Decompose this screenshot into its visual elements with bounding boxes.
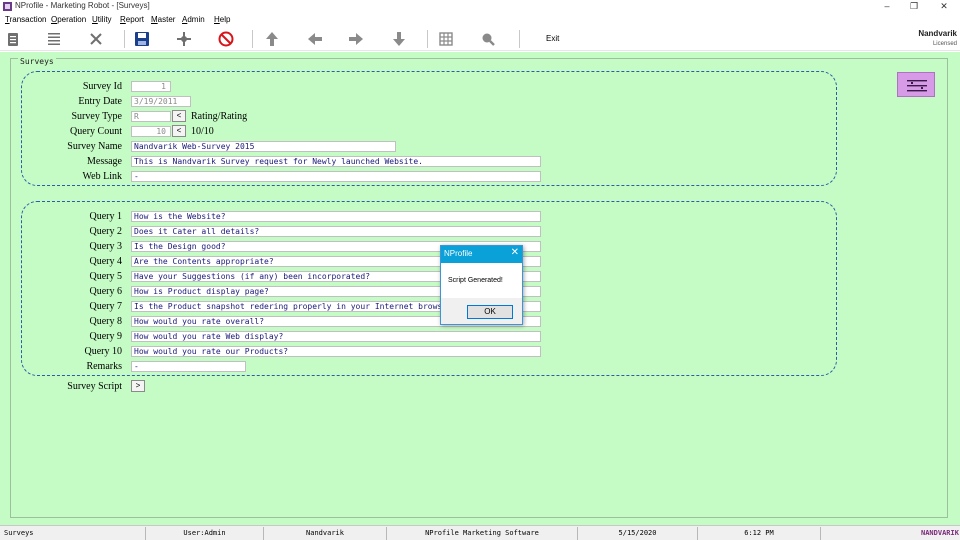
dialog-close-button[interactable]: ✕ — [511, 247, 519, 258]
survey-id-label: Survey Id — [82, 81, 122, 92]
entry-date-field[interactable]: 3/19/2011 — [131, 96, 191, 107]
survey-type-lookup-button[interactable]: < — [172, 110, 186, 122]
window-title: NProfile - Marketing Robot - [Surveys] — [15, 1, 150, 10]
search-icon[interactable] — [479, 30, 497, 48]
dialog-message: Script Generated! — [448, 277, 503, 284]
menu-master[interactable]: Master — [151, 15, 175, 24]
dialog-title: NProfile — [444, 249, 473, 258]
status-time: 6:12 PM — [698, 527, 821, 540]
status-logo: NANDVARIK — [921, 529, 959, 537]
app-icon — [3, 2, 12, 11]
panel-title: Surveys — [18, 57, 56, 66]
toolbar-divider — [519, 30, 520, 48]
minimize-button[interactable]: – — [880, 1, 894, 13]
entry-date-label: Entry Date — [78, 96, 122, 107]
query-label: Query 4 — [89, 256, 123, 267]
toolbar-divider — [124, 30, 125, 48]
close-window-button[interactable]: ✕ — [937, 1, 951, 13]
query-count-description: 10/10 — [191, 126, 214, 137]
status-user: User:Admin — [146, 527, 264, 540]
query-field[interactable]: How would you rate Web display? — [131, 331, 541, 342]
delete-icon[interactable] — [87, 30, 105, 48]
survey-type-field[interactable]: R — [131, 111, 171, 122]
license-text: Licensed — [932, 41, 957, 47]
company-name: Nandvarik — [918, 29, 957, 38]
query-label: Query 6 — [89, 286, 123, 297]
query-field[interactable]: How would you rate our Products? — [131, 346, 541, 357]
dialog-footer: OK — [441, 298, 522, 324]
left-arrow-icon[interactable] — [306, 30, 324, 48]
survey-name-field[interactable]: Nandvarik Web-Survey 2015 — [131, 141, 396, 152]
status-date: 5/15/2020 — [578, 527, 698, 540]
web-link-field[interactable]: - — [131, 171, 541, 182]
maximize-button[interactable]: ❐ — [907, 1, 921, 13]
remarks-label: Remarks — [86, 361, 122, 372]
toolbar-divider — [427, 30, 428, 48]
survey-type-description: Rating/Rating — [191, 111, 248, 122]
survey-script-button[interactable]: > — [131, 380, 145, 392]
query-label: Query 3 — [89, 241, 123, 252]
query-label: Query 10 — [84, 346, 123, 357]
menu-bar: Transaction Operation Utility Report Mas… — [0, 14, 960, 27]
move-icon[interactable] — [175, 30, 193, 48]
query-field[interactable]: Does it Cater all details? — [131, 226, 541, 237]
right-arrow-icon[interactable] — [347, 30, 365, 48]
menu-lines-icon — [907, 80, 927, 92]
remarks-field[interactable]: - — [131, 361, 246, 372]
exit-button[interactable]: Exit — [546, 34, 559, 43]
query-label: Query 5 — [89, 271, 123, 282]
ok-button[interactable]: OK — [467, 305, 513, 319]
query-count-field[interactable]: 10 — [131, 126, 171, 137]
query-label: Query 1 — [89, 211, 123, 222]
query-label: Query 7 — [89, 301, 123, 312]
message-dialog: NProfile ✕ Script Generated! OK — [440, 245, 523, 325]
survey-name-label: Survey Name — [67, 141, 122, 152]
dialog-title-bar: NProfile ✕ — [441, 246, 522, 263]
toolbar: Exit Nandvarik Licensed — [0, 27, 960, 51]
side-menu-button[interactable] — [897, 72, 935, 97]
status-bar: Surveys User:Admin Nandvarik NProfile Ma… — [0, 525, 960, 540]
up-arrow-icon[interactable] — [263, 30, 281, 48]
survey-script-label: Survey Script — [67, 381, 122, 392]
notepad-icon[interactable] — [4, 30, 22, 48]
save-icon[interactable] — [133, 30, 151, 48]
status-form: Surveys — [4, 527, 146, 540]
menu-operation[interactable]: Operation — [51, 15, 86, 24]
grid-icon[interactable] — [437, 30, 455, 48]
title-bar: NProfile - Marketing Robot - [Surveys] –… — [0, 0, 960, 14]
menu-report[interactable]: Report — [120, 15, 144, 24]
status-company: Nandvarik — [264, 527, 387, 540]
message-label: Message — [87, 156, 122, 167]
survey-id-field[interactable]: 1 — [131, 81, 171, 92]
menu-help[interactable]: Help — [214, 15, 230, 24]
query-label: Query 2 — [89, 226, 123, 237]
query-count-label: Query Count — [70, 126, 122, 137]
query-label: Query 9 — [89, 331, 123, 342]
web-link-label: Web Link — [82, 171, 122, 182]
cancel-icon[interactable] — [217, 30, 235, 48]
list-icon[interactable] — [45, 30, 63, 48]
message-field[interactable]: This is Nandvarik Survey request for New… — [131, 156, 541, 167]
query-label: Query 8 — [89, 316, 123, 327]
toolbar-divider — [252, 30, 253, 48]
down-arrow-icon[interactable] — [390, 30, 408, 48]
menu-admin[interactable]: Admin — [182, 15, 205, 24]
status-product: NProfile Marketing Software — [387, 527, 578, 540]
menu-transaction[interactable]: Transaction — [5, 15, 47, 24]
query-field[interactable]: How is the Website? — [131, 211, 541, 222]
survey-type-label: Survey Type — [71, 111, 123, 122]
query-count-lookup-button[interactable]: < — [172, 125, 186, 137]
menu-utility[interactable]: Utility — [92, 15, 112, 24]
